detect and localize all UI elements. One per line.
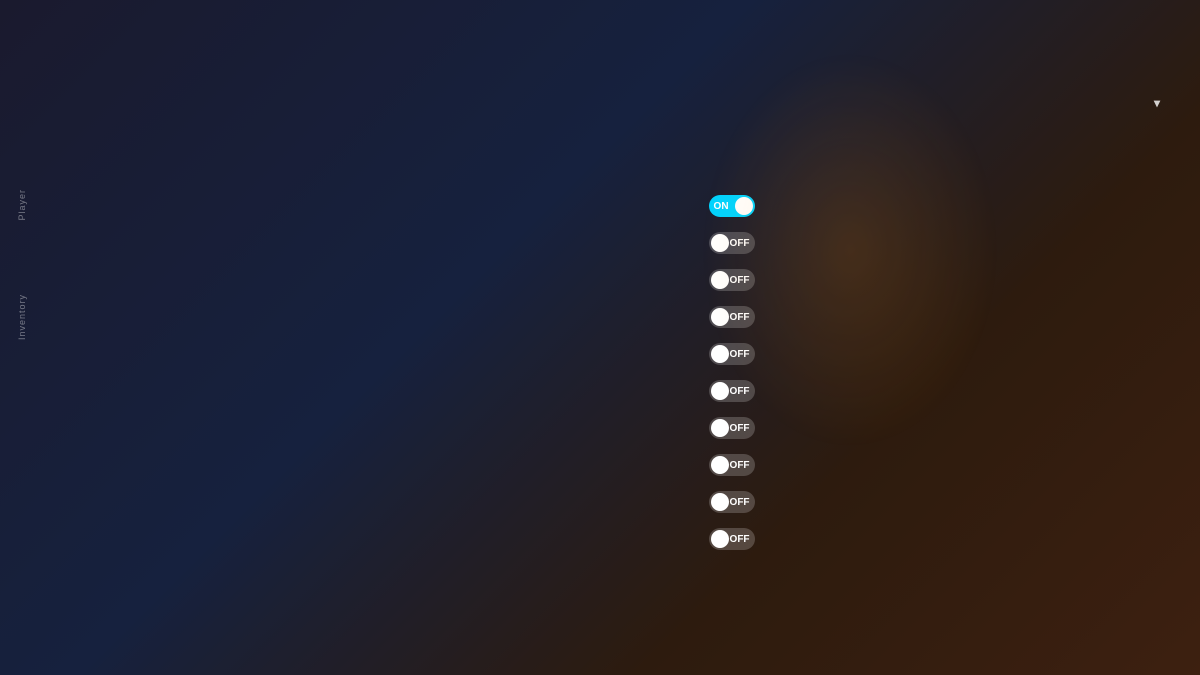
toggle-label-8: OFF [730, 497, 750, 508]
toggle-switch-8[interactable]: OFF [709, 491, 755, 513]
toggle-knob-7 [711, 456, 729, 474]
play-chevron-icon: ▾ [1154, 96, 1160, 110]
toggle-label-9: OFF [730, 534, 750, 545]
sidebar-label-inventory: Inventory [17, 294, 27, 340]
toggle-knob-9 [711, 530, 729, 548]
toggle-switch-9[interactable]: OFF [709, 528, 755, 550]
toggle-label-7: OFF [730, 460, 750, 471]
sidebar-label-player: Player [17, 189, 27, 221]
toggle-switch-7[interactable]: OFF [709, 454, 755, 476]
toggle-knob-8 [711, 493, 729, 511]
